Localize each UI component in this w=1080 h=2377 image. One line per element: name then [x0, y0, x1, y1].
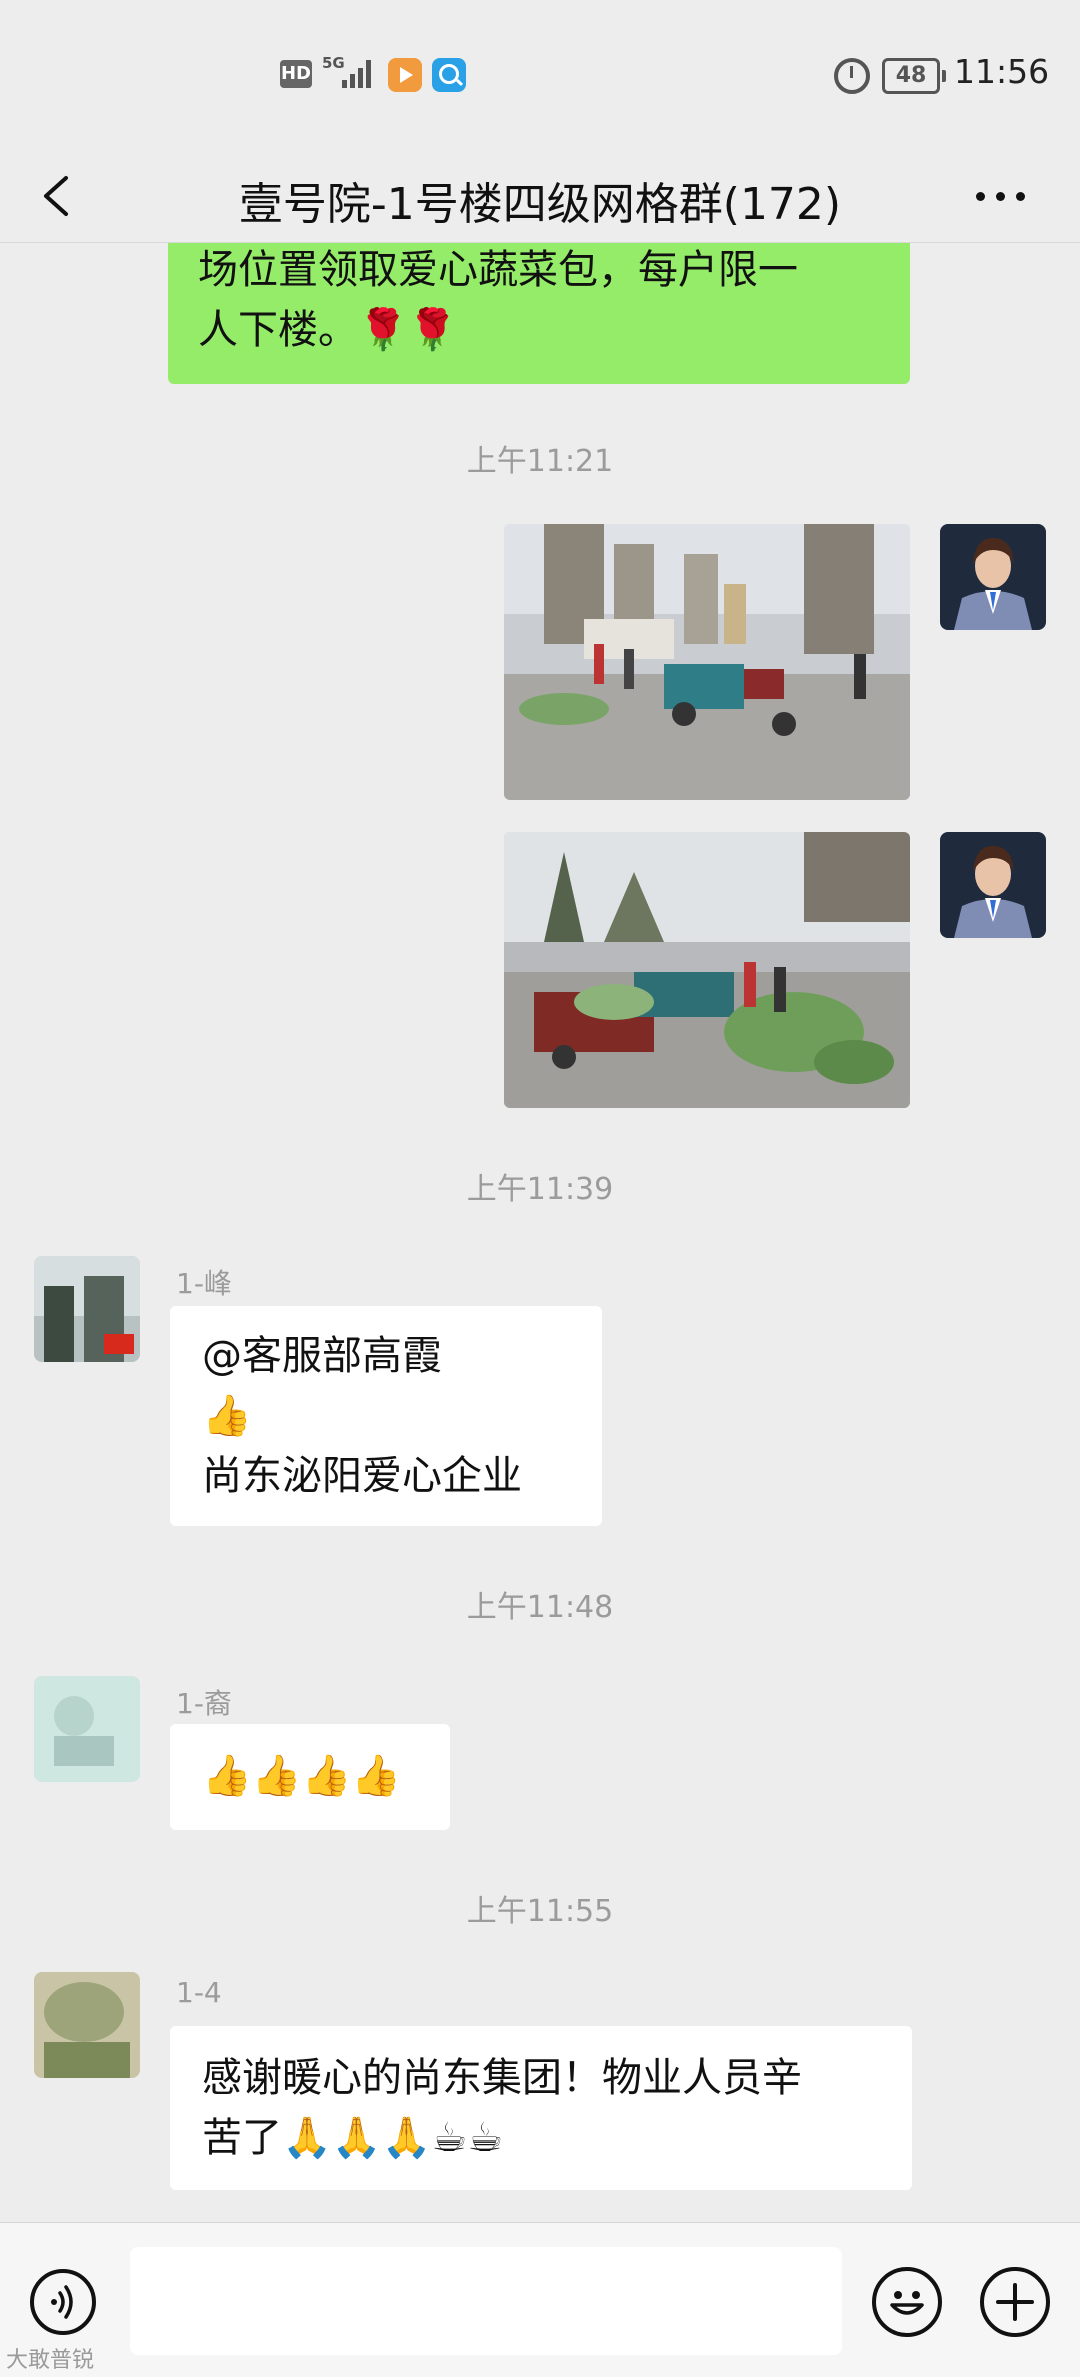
message-bubble[interactable]: 场位置领取爱心蔬菜包，每户限一 人下楼。🌹🌹 — [168, 228, 910, 384]
sender-name: 1-4 — [176, 1976, 222, 2009]
voice-waves-icon — [51, 2285, 73, 2319]
search-app-icon — [432, 58, 466, 92]
voice-icon[interactable] — [30, 2269, 96, 2335]
message-bubble[interactable]: @客服部高霞 👍 尚东泌阳爱心企业 — [170, 1306, 602, 1526]
plus-icon[interactable] — [980, 2267, 1050, 2337]
timestamp: 上午11:48 — [466, 1590, 614, 1625]
watermark: 大敢普锐 — [6, 2348, 95, 2373]
hd-indicator: HD — [280, 60, 312, 88]
status-bar: HD 5G 48 11:56 — [0, 0, 1080, 150]
photo-vegetable-distribution — [504, 832, 910, 1108]
message-line: 人下楼。🌹🌹 — [198, 307, 458, 353]
message-line: 👍 — [202, 1393, 252, 1439]
message-bubble[interactable]: 👍👍👍👍 — [170, 1724, 450, 1830]
sender-name: 1-峰 — [176, 1267, 232, 1300]
message-input[interactable] — [130, 2247, 842, 2355]
input-bar — [0, 2222, 1080, 2377]
message-line: 场位置领取爱心蔬菜包，每户限一 — [198, 247, 798, 293]
signal-icon — [342, 58, 376, 88]
photo-message[interactable] — [504, 524, 910, 800]
timestamp: 上午11:55 — [466, 1894, 614, 1929]
chat-title: 壹号院-1号楼四级网格群(172) — [238, 179, 842, 230]
avatar-image — [34, 1256, 140, 1362]
photo-message[interactable] — [504, 832, 910, 1108]
avatar-image — [940, 524, 1046, 630]
avatar-image — [34, 1676, 140, 1782]
avatar-image — [34, 1972, 140, 2078]
message-line: 感谢暖心的尚东集团！物业人员辛 — [202, 2055, 802, 2101]
avatar[interactable] — [34, 1676, 140, 1782]
clock: 11:56 — [954, 52, 1050, 91]
avatar[interactable] — [940, 832, 1046, 938]
plus-sign-icon — [996, 2283, 1034, 2321]
message-line: @客服部高霞 — [202, 1333, 442, 1379]
emoji-icon[interactable] — [872, 2267, 942, 2337]
avatar[interactable] — [34, 1972, 140, 2078]
sender-name: 1-裔 — [176, 1687, 232, 1720]
battery-icon: 48 — [882, 58, 946, 94]
avatar[interactable] — [940, 524, 1046, 630]
smiley-face-icon — [890, 2291, 924, 2315]
alarm-icon — [834, 58, 870, 94]
message-line: 👍👍👍👍 — [202, 1753, 402, 1799]
more-dots-icon[interactable] — [976, 190, 1028, 202]
message-bubble[interactable]: 感谢暖心的尚东集团！物业人员辛 苦了🙏🙏🙏☕☕ — [170, 2026, 912, 2190]
video-app-icon — [388, 58, 422, 92]
timestamp: 上午11:21 — [466, 444, 614, 479]
avatar-image — [940, 832, 1046, 938]
avatar[interactable] — [34, 1256, 140, 1362]
photo-vegetable-distribution — [504, 524, 910, 800]
message-line: 苦了🙏🙏🙏☕☕ — [202, 2115, 504, 2161]
timestamp: 上午11:39 — [466, 1172, 614, 1207]
message-line: 尚东泌阳爱心企业 — [202, 1453, 522, 1499]
